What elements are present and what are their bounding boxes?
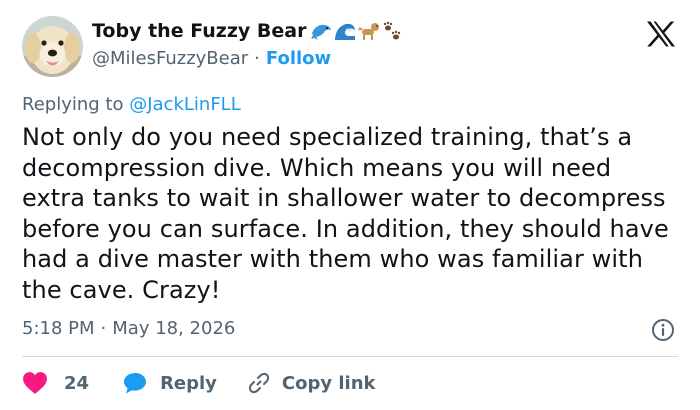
author-display-name[interactable]: Toby the Fuzzy Bear (92, 20, 306, 42)
author-handle[interactable]: @MilesFuzzyBear (92, 48, 248, 69)
author-emoji-row (310, 21, 402, 41)
tweet-time: 5:18 PM (22, 318, 95, 339)
wave-emoji-icon (335, 23, 356, 40)
reply-button[interactable]: Reply (123, 372, 217, 394)
x-logo-icon[interactable] (646, 21, 676, 47)
dog-emoji-icon (358, 23, 380, 40)
handle-separator: · (254, 48, 260, 69)
tweet-timestamp[interactable]: 5:18 PM · May 18, 2026 (22, 318, 235, 339)
dolphin-emoji-icon (311, 24, 332, 40)
link-icon (248, 372, 269, 394)
divider (22, 356, 678, 357)
action-bar: 24 Reply Copy link (22, 368, 376, 398)
tweet-date: May 18, 2026 (112, 318, 236, 339)
replying-to: Replying to @JackLinFLL (22, 94, 241, 115)
avatar[interactable] (22, 16, 83, 77)
tweet-text: Not only do you need specialized trainin… (22, 123, 669, 304)
info-icon[interactable] (651, 318, 675, 342)
replying-to-prefix: Replying to (22, 94, 124, 115)
author-name-row: Toby the Fuzzy Bear (92, 20, 402, 42)
dog-avatar-image (22, 16, 83, 77)
timestamp-separator: · (100, 318, 107, 339)
copy-link-label: Copy link (281, 372, 376, 394)
like-count: 24 (64, 372, 90, 394)
replying-to-mention[interactable]: @JackLinFLL (129, 94, 241, 115)
reply-bubble-icon (124, 373, 147, 394)
like-button[interactable]: 24 (22, 371, 89, 395)
heart-icon (23, 372, 47, 394)
reply-label: Reply (160, 372, 217, 394)
paw-prints-emoji-icon (384, 21, 401, 40)
copy-link-button[interactable]: Copy link (247, 371, 376, 395)
author-handle-row: @MilesFuzzyBear · Follow (92, 48, 331, 69)
follow-button[interactable]: Follow (266, 48, 331, 69)
